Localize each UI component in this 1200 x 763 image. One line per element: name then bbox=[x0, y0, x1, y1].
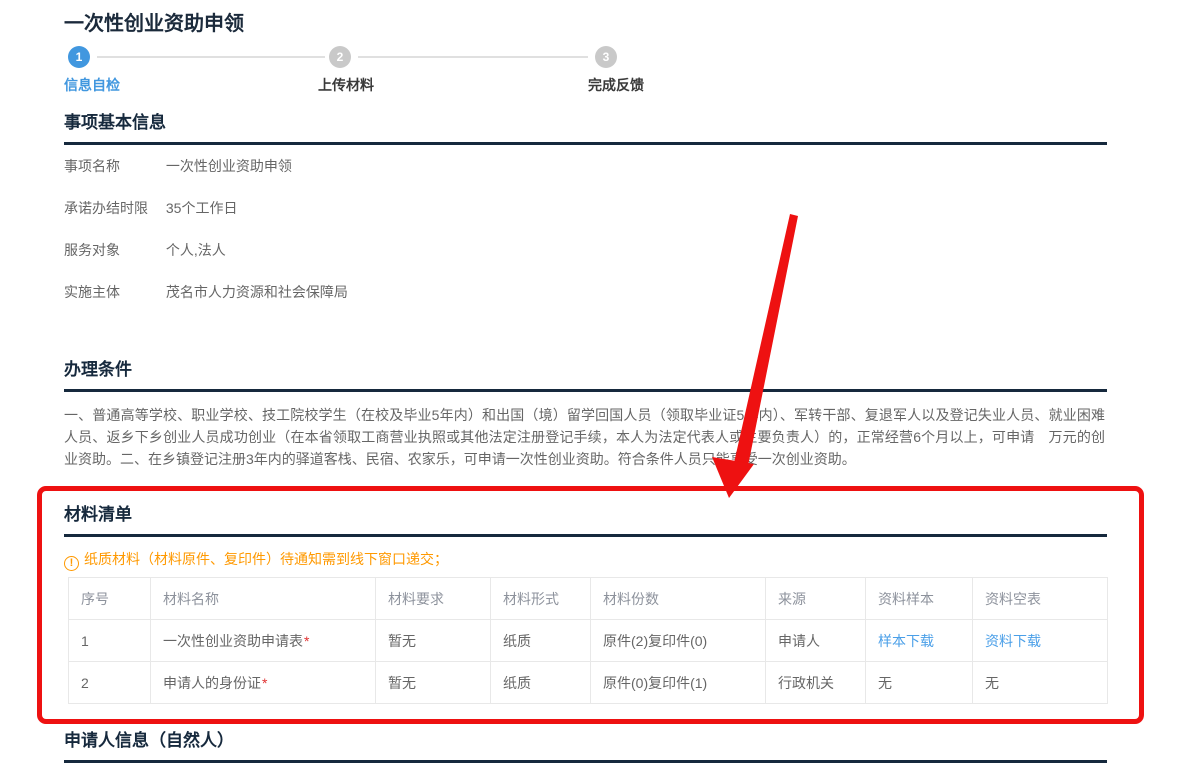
warning-circle-icon: ! bbox=[64, 556, 79, 571]
table-header-row: 序号 材料名称 材料要求 材料形式 材料份数 来源 资料样本 资料空表 bbox=[69, 578, 1108, 620]
required-star: * bbox=[262, 675, 267, 691]
cell-sample: 无 bbox=[866, 662, 973, 704]
col-header-requirement: 材料要求 bbox=[376, 578, 491, 620]
info-row: 事项名称 一次性创业资助申领 bbox=[64, 156, 864, 198]
step-connector-line bbox=[97, 56, 325, 58]
sample-download-link[interactable]: 样本下载 bbox=[878, 633, 934, 649]
step-2-circle: 2 bbox=[329, 46, 351, 68]
cell-no: 2 bbox=[69, 662, 151, 704]
cell-form: 纸质 bbox=[491, 620, 591, 662]
cell-no: 1 bbox=[69, 620, 151, 662]
table-row: 2 申请人的身份证* 暂无 纸质 原件(0)复印件(1) 行政机关 无 无 bbox=[69, 662, 1108, 704]
cell-blank: 无 bbox=[973, 662, 1108, 704]
cell-sample: 样本下载 bbox=[866, 620, 973, 662]
step-2-label: 上传材料 bbox=[318, 75, 374, 95]
blank-form-download-link[interactable]: 资料下载 bbox=[985, 633, 1041, 649]
cell-name: 一次性创业资助申请表* bbox=[151, 620, 376, 662]
conditions-heading: 办理条件 bbox=[64, 355, 1107, 392]
basic-info-heading: 事项基本信息 bbox=[64, 108, 1107, 145]
cell-copies: 原件(0)复印件(1) bbox=[591, 662, 766, 704]
info-value: 一次性创业资助申领 bbox=[166, 158, 292, 174]
paper-materials-notice: ! 纸质材料（材料原件、复印件）待通知需到线下窗口递交； bbox=[64, 549, 448, 571]
col-header-sample: 资料样本 bbox=[866, 578, 973, 620]
col-header-blank: 资料空表 bbox=[973, 578, 1108, 620]
applicant-info-heading: 申请人信息（自然人） bbox=[64, 726, 1107, 763]
cell-source: 申请人 bbox=[766, 620, 866, 662]
info-row: 承诺办结时限 35个工作日 bbox=[64, 198, 864, 240]
info-value: 个人,法人 bbox=[166, 242, 226, 258]
cell-form: 纸质 bbox=[491, 662, 591, 704]
col-header-source: 来源 bbox=[766, 578, 866, 620]
material-name: 一次性创业资助申请表 bbox=[163, 633, 303, 649]
step-indicator: 1 2 3 信息自检 上传材料 完成反馈 bbox=[64, 44, 1107, 96]
info-label: 实施主体 bbox=[64, 282, 162, 302]
info-label: 服务对象 bbox=[64, 240, 162, 260]
step-1-circle: 1 bbox=[68, 46, 90, 68]
service-detail-page: 一次性创业资助申领 1 2 3 信息自检 上传材料 完成反馈 事项基本信息 事项… bbox=[0, 0, 1200, 763]
materials-heading: 材料清单 bbox=[64, 500, 1107, 537]
info-value: 35个工作日 bbox=[166, 200, 238, 216]
conditions-text: 一、普通高等学校、职业学校、技工院校学生（在校及毕业5年内）和出国（境）留学回国… bbox=[64, 404, 1105, 470]
col-header-no: 序号 bbox=[69, 578, 151, 620]
cell-name: 申请人的身份证* bbox=[151, 662, 376, 704]
col-header-copies: 材料份数 bbox=[591, 578, 766, 620]
cell-requirement: 暂无 bbox=[376, 662, 491, 704]
notice-text: 纸质材料（材料原件、复印件）待通知需到线下窗口递交； bbox=[84, 551, 448, 567]
cell-source: 行政机关 bbox=[766, 662, 866, 704]
info-row: 服务对象 个人,法人 bbox=[64, 240, 864, 282]
step-3-label: 完成反馈 bbox=[588, 75, 644, 95]
col-header-form: 材料形式 bbox=[491, 578, 591, 620]
cell-requirement: 暂无 bbox=[376, 620, 491, 662]
step-connector-line bbox=[358, 56, 588, 58]
info-label: 承诺办结时限 bbox=[64, 198, 162, 218]
step-3-circle: 3 bbox=[595, 46, 617, 68]
page-title: 一次性创业资助申领 bbox=[64, 7, 244, 36]
info-value: 茂名市人力资源和社会保障局 bbox=[166, 284, 348, 300]
cell-blank: 资料下载 bbox=[973, 620, 1108, 662]
cell-copies: 原件(2)复印件(0) bbox=[591, 620, 766, 662]
required-star: * bbox=[304, 633, 309, 649]
col-header-name: 材料名称 bbox=[151, 578, 376, 620]
basic-info-list: 事项名称 一次性创业资助申领 承诺办结时限 35个工作日 服务对象 个人,法人 … bbox=[64, 156, 864, 324]
info-label: 事项名称 bbox=[64, 156, 162, 176]
step-1-label: 信息自检 bbox=[64, 75, 120, 95]
materials-table: 序号 材料名称 材料要求 材料形式 材料份数 来源 资料样本 资料空表 1 一次… bbox=[68, 577, 1108, 704]
table-row: 1 一次性创业资助申请表* 暂无 纸质 原件(2)复印件(0) 申请人 样本下载… bbox=[69, 620, 1108, 662]
info-row: 实施主体 茂名市人力资源和社会保障局 bbox=[64, 282, 864, 324]
material-name: 申请人的身份证 bbox=[163, 675, 261, 691]
